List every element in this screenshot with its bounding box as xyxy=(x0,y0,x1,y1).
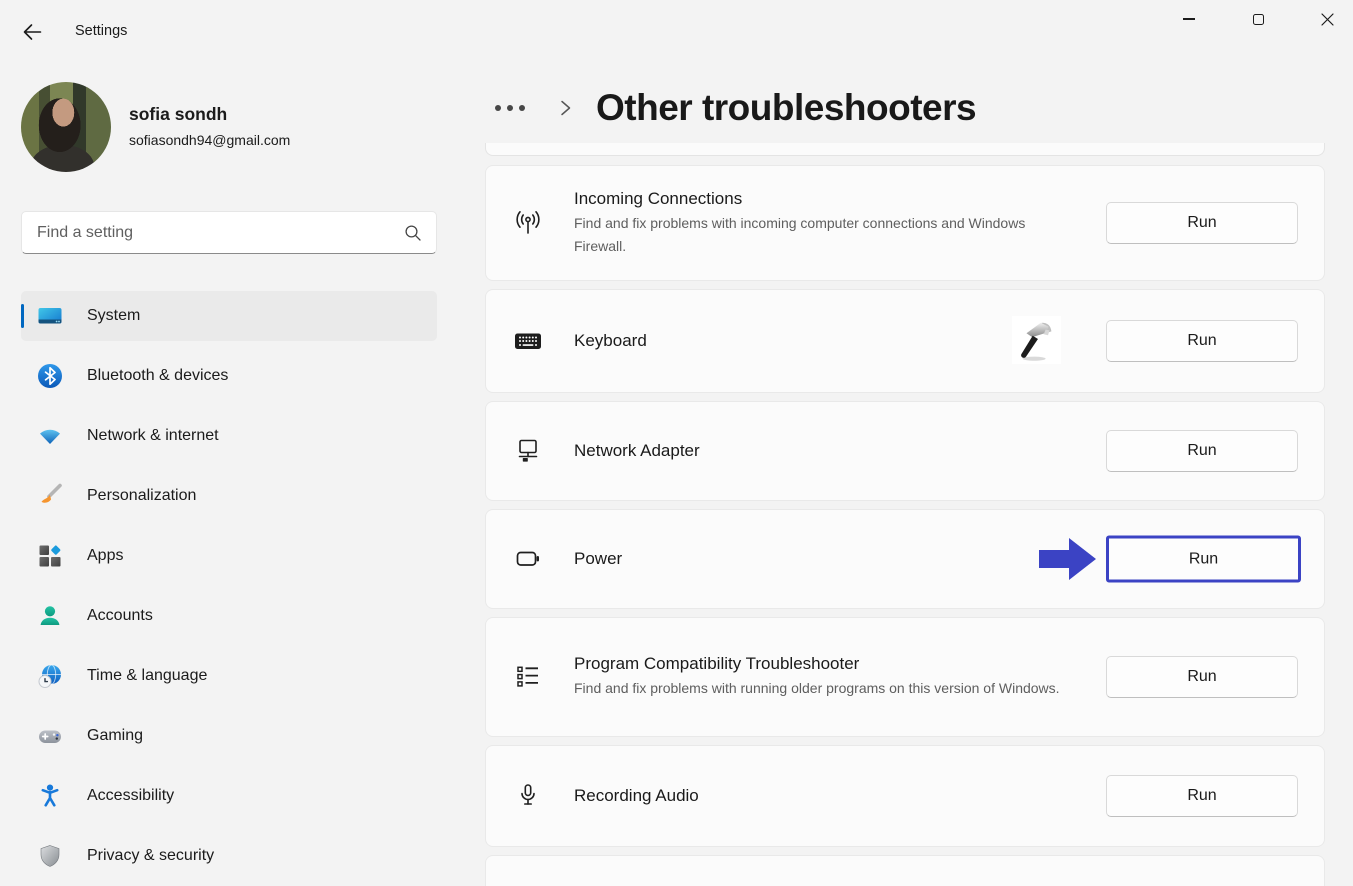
sidebar-item-label: System xyxy=(87,307,140,325)
sidebar-item-system[interactable]: System xyxy=(21,291,437,341)
page-title: Other troubleshooters xyxy=(596,87,976,129)
sidebar-item-gaming[interactable]: Gaming xyxy=(21,711,437,761)
gaming-icon xyxy=(37,723,63,749)
troubleshooter-description: Find and fix problems with incoming comp… xyxy=(574,212,1074,257)
avatar[interactable] xyxy=(21,82,111,172)
run-button-recording-audio[interactable]: Run xyxy=(1106,775,1298,817)
troubleshooter-list: Incoming Connections Find and fix proble… xyxy=(485,165,1325,886)
run-button-network-adapter[interactable]: Run xyxy=(1106,430,1298,472)
sidebar-item-label: Bluetooth & devices xyxy=(87,367,228,385)
sidebar-item-personalization[interactable]: Personalization xyxy=(21,471,437,521)
apps-icon xyxy=(37,543,63,569)
sidebar-item-label: Apps xyxy=(87,547,123,565)
sidebar-item-label: Accessibility xyxy=(87,787,174,805)
run-button-program-compatibility[interactable]: Run xyxy=(1106,656,1298,698)
search-box[interactable] xyxy=(21,211,437,254)
profile-email: sofiasondh94@gmail.com xyxy=(129,132,290,148)
sidebar-item-time-language[interactable]: Time & language xyxy=(21,651,437,701)
selection-accent-bar xyxy=(21,304,24,328)
troubleshooter-description: Find and fix problems with running older… xyxy=(574,677,1074,700)
close-icon xyxy=(1321,13,1334,26)
troubleshooter-name: Power xyxy=(574,549,1094,569)
search-input[interactable] xyxy=(22,224,404,242)
sidebar-item-label: Privacy & security xyxy=(87,847,214,865)
keyboard-icon xyxy=(510,323,546,359)
run-button-power[interactable]: Run xyxy=(1106,536,1301,583)
sidebar-item-label: Network & internet xyxy=(87,427,219,445)
antenna-icon xyxy=(510,205,546,241)
sidebar-item-label: Gaming xyxy=(87,727,143,745)
sidebar-item-label: Accounts xyxy=(87,607,153,625)
time-language-icon xyxy=(37,663,63,689)
app-title: Settings xyxy=(75,23,127,39)
run-button-incoming-connections[interactable]: Run xyxy=(1106,202,1298,244)
sidebar-item-label: Personalization xyxy=(87,487,196,505)
row-keyboard: Keyboard Run xyxy=(485,289,1325,393)
back-button[interactable] xyxy=(20,20,44,44)
hammer-cursor-icon xyxy=(1012,316,1061,364)
breadcrumb-ellipsis-button[interactable] xyxy=(485,105,525,111)
system-icon xyxy=(37,303,63,329)
profile-name: sofia sondh xyxy=(129,104,227,125)
sidebar-item-accessibility[interactable]: Accessibility xyxy=(21,771,437,821)
row-partial-next: Run xyxy=(485,855,1325,886)
sidebar-item-bluetooth-devices[interactable]: Bluetooth & devices xyxy=(21,351,437,401)
accessibility-icon xyxy=(37,783,63,809)
maximize-icon xyxy=(1253,14,1264,25)
troubleshooter-name: Program Compatibility Troubleshooter xyxy=(574,654,1094,674)
bluetooth-icon xyxy=(37,363,63,389)
settings-nav: System Bluetooth & devices Network & int… xyxy=(21,291,437,886)
personalization-icon xyxy=(37,483,63,509)
search-icon[interactable] xyxy=(404,224,422,242)
battery-icon xyxy=(510,541,546,577)
maximize-button[interactable] xyxy=(1247,8,1269,30)
run-button-keyboard[interactable]: Run xyxy=(1106,320,1298,362)
row-power: Power Run xyxy=(485,509,1325,609)
back-arrow-icon xyxy=(21,21,43,43)
row-recording-audio: Recording Audio Run xyxy=(485,745,1325,847)
troubleshooter-name: Network Adapter xyxy=(574,441,1094,461)
row-network-adapter: Network Adapter Run xyxy=(485,401,1325,501)
annotation-arrow-icon xyxy=(1039,534,1097,584)
troubleshooter-name: Incoming Connections xyxy=(574,189,1094,209)
network-adapter-icon xyxy=(510,433,546,469)
sidebar-item-label: Time & language xyxy=(87,667,207,685)
sidebar-item-network-internet[interactable]: Network & internet xyxy=(21,411,437,461)
scrolled-card-edge xyxy=(485,143,1325,156)
minimize-icon xyxy=(1183,18,1195,20)
sidebar-item-privacy-security[interactable]: Privacy & security xyxy=(21,831,437,881)
compatibility-list-icon xyxy=(510,659,546,695)
minimize-button[interactable] xyxy=(1178,8,1200,30)
close-button[interactable] xyxy=(1316,8,1338,30)
row-incoming-connections: Incoming Connections Find and fix proble… xyxy=(485,165,1325,281)
troubleshooter-name: Recording Audio xyxy=(574,786,1094,806)
sidebar-item-accounts[interactable]: Accounts xyxy=(21,591,437,641)
privacy-security-icon xyxy=(37,843,63,869)
breadcrumb-chevron-icon xyxy=(559,97,572,119)
accounts-icon xyxy=(37,603,63,629)
sidebar-item-apps[interactable]: Apps xyxy=(21,531,437,581)
network-icon xyxy=(37,423,63,449)
microphone-icon xyxy=(510,778,546,814)
row-program-compatibility: Program Compatibility Troubleshooter Fin… xyxy=(485,617,1325,737)
page-header: Other troubleshooters xyxy=(485,82,976,134)
